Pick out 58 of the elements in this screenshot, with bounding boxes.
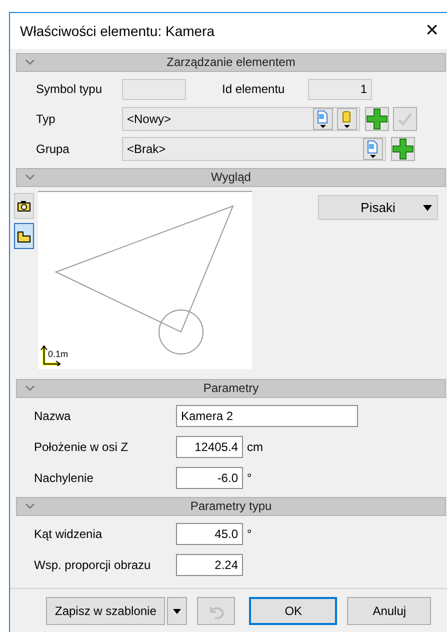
section-title: Zarządzanie elementem [166,55,296,69]
number-field[interactable]: 12405.4 [176,436,243,458]
add-button[interactable] [365,107,389,131]
field-label: Kąt widzenia [34,526,104,543]
type-dropdown[interactable]: <Nowy> [122,107,360,131]
chevron-icon[interactable] [25,174,35,181]
id-field[interactable]: 1 [308,78,372,100]
field-label: Wsp. proporcji obrazu [34,557,152,574]
folder-icon [17,229,31,243]
field-label: Id elementu [222,81,286,98]
section-title: Parametry typu [190,499,272,513]
ok-button[interactable]: OK [249,597,338,625]
text-field[interactable]: Kamera 2 [176,405,358,427]
check-icon [397,112,413,126]
field-label: Położenie w osi Z [34,439,130,456]
caret-icon [173,609,182,614]
caret-icon [423,205,432,211]
plus-icon [392,138,414,160]
group-dropdown[interactable]: <Brak> [122,137,386,161]
camera-icon [17,200,31,212]
view-tool-button[interactable] [14,223,34,249]
field-label: Nachylenie [34,470,94,487]
database-button[interactable] [337,108,357,130]
chevron-icon[interactable] [25,59,35,66]
field-label: Typ [36,111,56,128]
field-label: Nazwa [34,408,72,425]
section-title: Wygląd [211,170,251,184]
library-button[interactable] [313,108,333,130]
field-label: Grupa [36,141,70,158]
section-header[interactable]: Zarządzanie elementem [16,53,446,72]
unit-label: ° [247,526,252,543]
scale-label: 0.1m [48,350,68,359]
section-title: Parametry [203,381,259,395]
number-field[interactable]: 2.24 [176,554,243,576]
plus-icon [366,108,388,130]
undo-icon [208,604,224,619]
dropdown-button[interactable] [167,597,188,625]
cancel-button[interactable]: Anuluj [347,597,432,625]
section-header[interactable]: Wygląd [16,168,446,187]
dropdown-value: <Nowy> [127,110,172,128]
section-header[interactable]: Parametry [16,379,446,398]
close-button[interactable]: × [423,19,441,43]
save-template-button[interactable]: Zapisz w szablonie [46,597,166,625]
symbol-field[interactable] [122,78,186,100]
window-title: Właściwości elementu: Kamera [20,22,215,40]
chevron-icon[interactable] [25,503,35,510]
unit-label: ° [247,470,252,487]
pens-dropdown[interactable]: Pisaki [318,195,438,220]
unit-label: cm [247,439,263,456]
section-header[interactable]: Parametry typu [16,497,446,516]
chevron-icon[interactable] [25,385,35,392]
dropdown-value: <Brak> [127,140,166,158]
add-button[interactable] [391,137,415,161]
number-field[interactable]: 45.0 [176,523,243,545]
number-field[interactable]: -6.0 [176,467,243,489]
library-button[interactable] [363,138,383,160]
view-tool-button[interactable] [14,193,34,219]
field-label: Symbol typu [36,81,104,98]
